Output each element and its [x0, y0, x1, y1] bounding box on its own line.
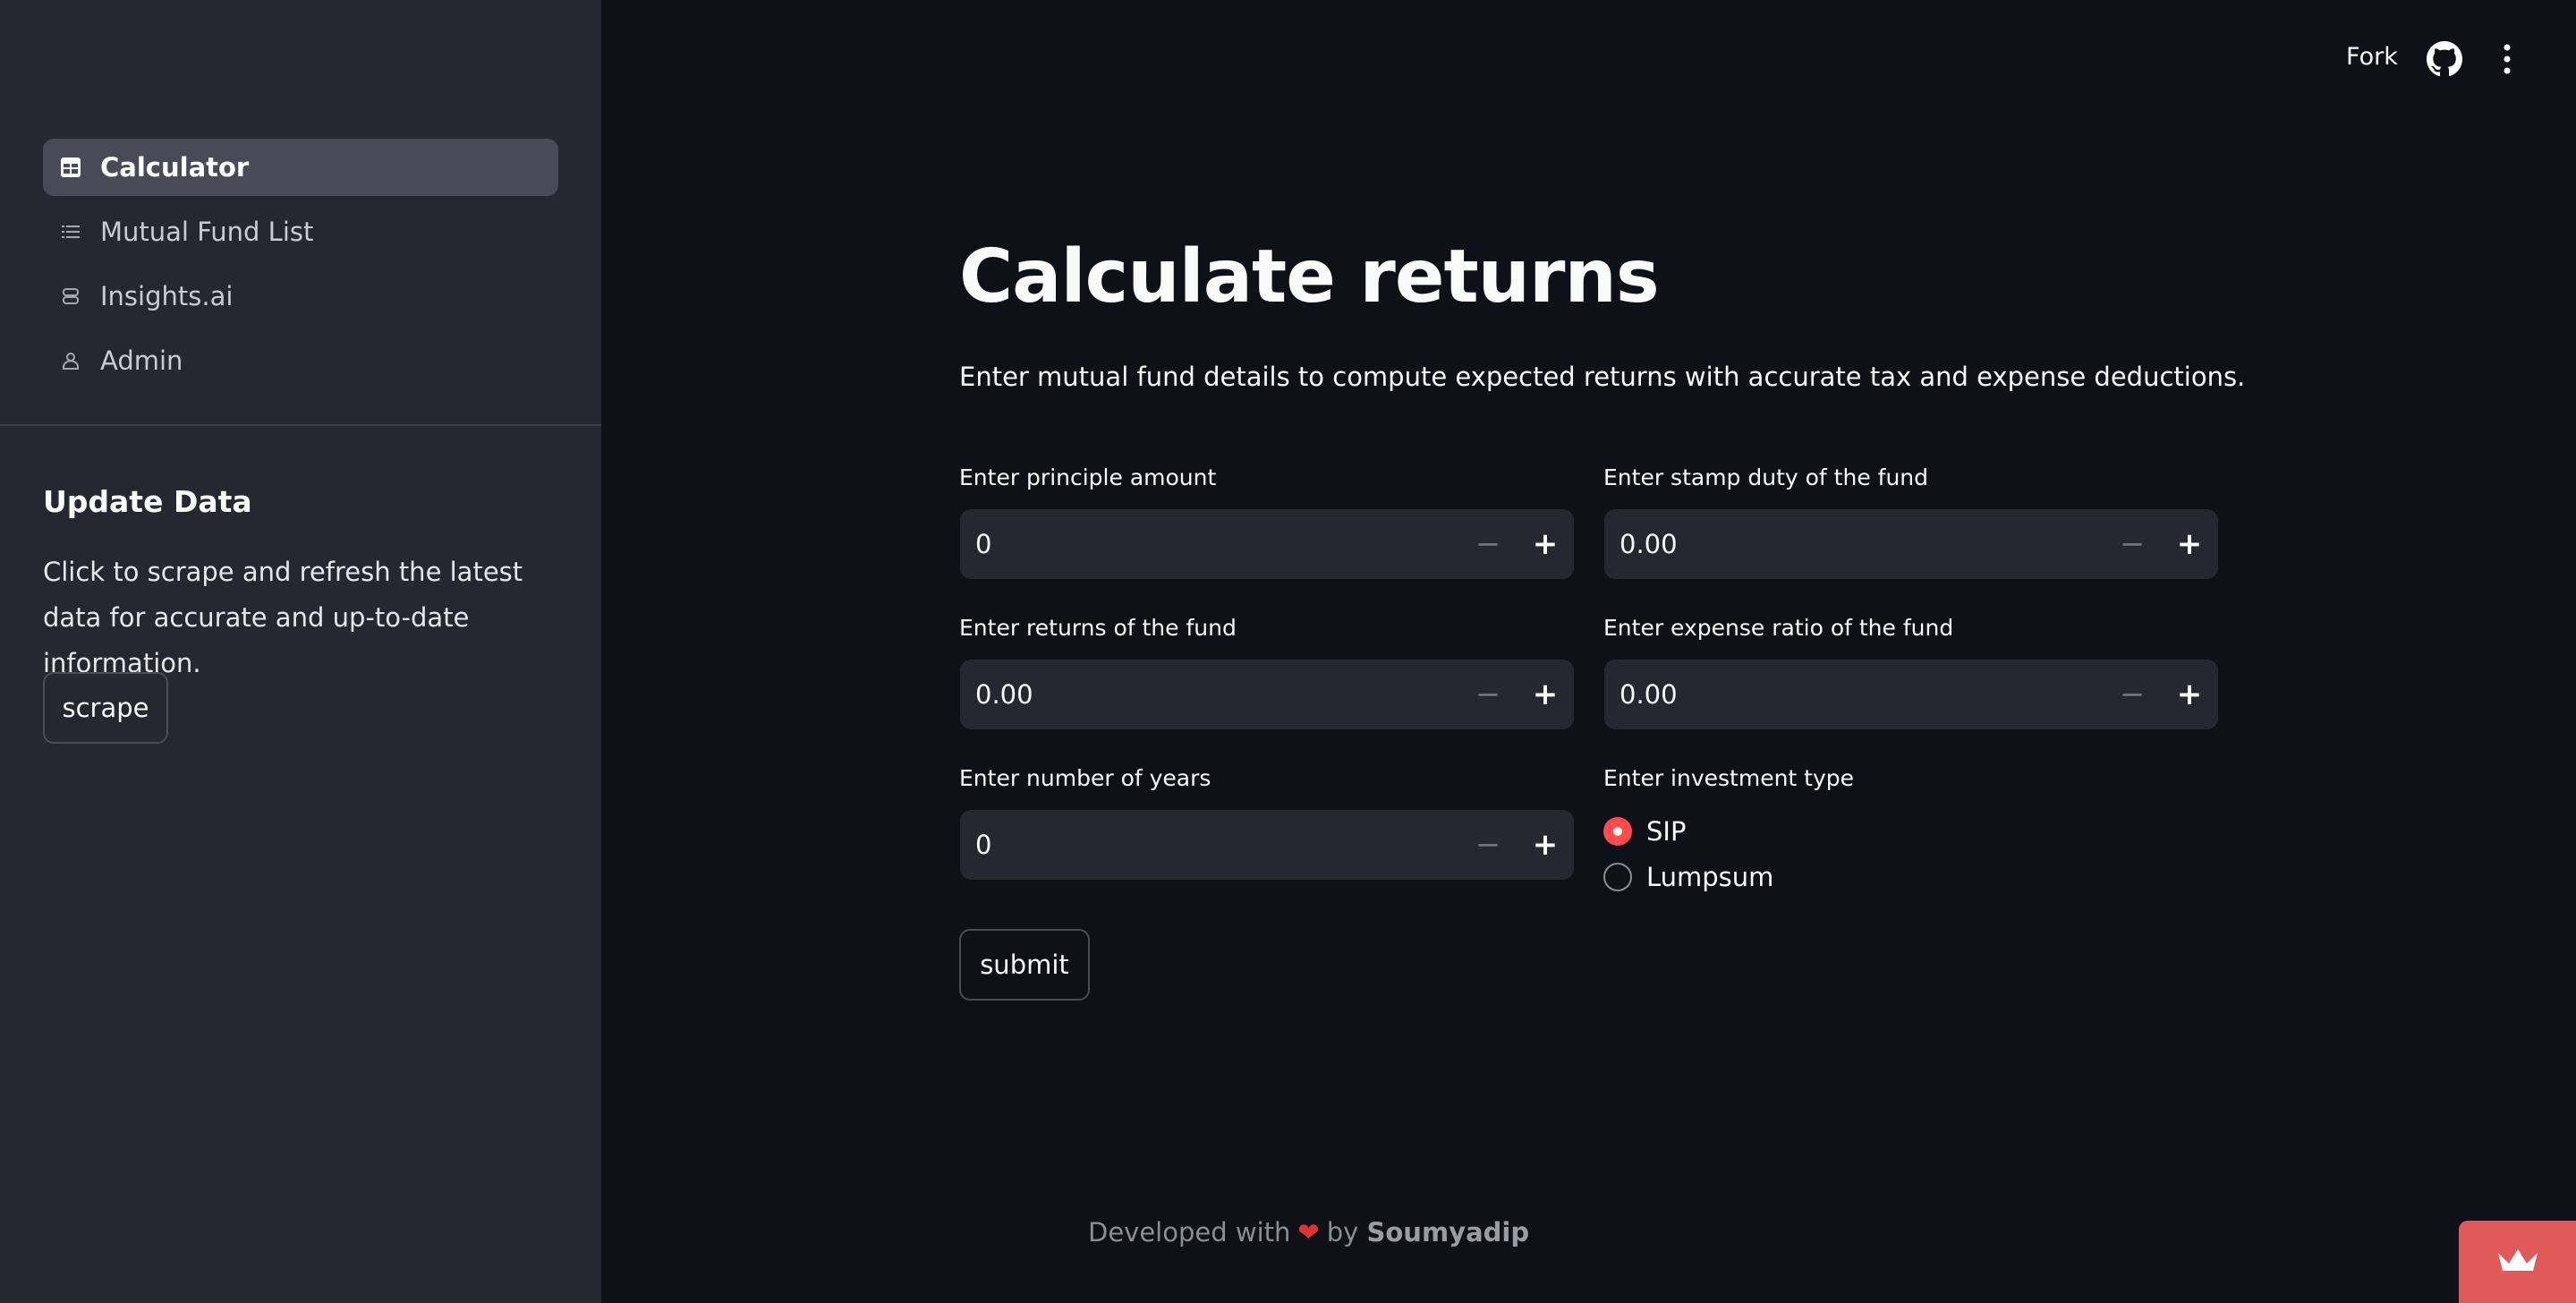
returns-decrement-button[interactable]: − — [1459, 660, 1517, 729]
radio-label-sip: SIP — [1646, 816, 1687, 847]
list-icon — [59, 220, 82, 243]
heart-icon: ❤ — [1297, 1217, 1320, 1248]
page-title: Calculate returns — [959, 234, 1660, 319]
nav-item-admin[interactable]: Admin — [43, 332, 558, 389]
principal-value[interactable]: 0 — [960, 529, 1459, 559]
footer-prefix: Developed with — [1088, 1217, 1291, 1248]
principal-increment-button[interactable]: + — [1517, 509, 1574, 579]
submit-button[interactable]: submit — [959, 929, 1090, 1001]
stamp-duty-value[interactable]: 0.00 — [1604, 529, 2104, 559]
expense-ratio-increment-button[interactable]: + — [2161, 660, 2218, 729]
nav-label-mutual-fund-list: Mutual Fund List — [100, 217, 314, 247]
update-data-heading: Update Data — [43, 484, 252, 519]
radio-label-lumpsum: Lumpsum — [1646, 862, 1774, 892]
table-icon — [59, 156, 82, 179]
stamp-duty-label: Enter stamp duty of the fund — [1603, 464, 1929, 490]
stamp-duty-input: 0.00 − + — [1604, 509, 2218, 579]
years-input: 0 − + — [960, 810, 1574, 880]
fork-link[interactable]: Fork — [2346, 43, 2398, 71]
stamp-duty-decrement-button[interactable]: − — [2104, 509, 2161, 579]
nav-label-admin: Admin — [100, 345, 183, 376]
principal-label: Enter principle amount — [959, 464, 1217, 490]
expense-ratio-decrement-button[interactable]: − — [2104, 660, 2161, 729]
footer-author: Soumyadip — [1366, 1217, 1530, 1248]
years-value[interactable]: 0 — [960, 830, 1459, 860]
returns-value[interactable]: 0.00 — [960, 679, 1459, 710]
nav-item-mutual-fund-list[interactable]: Mutual Fund List — [43, 203, 558, 260]
person-icon — [59, 349, 82, 372]
expense-ratio-label: Enter expense ratio of the fund — [1603, 615, 1954, 641]
nav-label-insights: Insights.ai — [100, 281, 234, 311]
investment-type-label: Enter investment type — [1603, 765, 1855, 791]
footer: Developed with ❤ by Soumyadip — [1088, 1217, 1529, 1248]
streamlit-badge[interactable] — [2459, 1221, 2576, 1303]
crown-icon — [2495, 1244, 2541, 1280]
nav-label-calculator: Calculator — [100, 152, 250, 183]
robot-icon — [59, 285, 82, 308]
sidebar-nav: Calculator Mutual Fund List Insights.ai … — [43, 139, 558, 396]
update-data-description: Click to scrape and refresh the latest d… — [43, 557, 523, 678]
years-label: Enter number of years — [959, 765, 1211, 791]
returns-input: 0.00 − + — [960, 660, 1574, 729]
radio-unselected-icon — [1603, 863, 1632, 891]
principal-input: 0 − + — [960, 509, 1574, 579]
app-root: Calculator Mutual Fund List Insights.ai … — [0, 0, 2576, 1303]
years-decrement-button[interactable]: − — [1459, 810, 1517, 880]
expense-ratio-value[interactable]: 0.00 — [1604, 679, 2104, 710]
radio-selected-icon — [1603, 817, 1632, 846]
sidebar-divider — [0, 424, 601, 426]
years-increment-button[interactable]: + — [1517, 810, 1574, 880]
nav-item-calculator[interactable]: Calculator — [43, 139, 558, 196]
github-icon[interactable] — [2427, 41, 2462, 77]
vertical-dots-icon[interactable] — [2496, 39, 2518, 79]
stamp-duty-increment-button[interactable]: + — [2161, 509, 2218, 579]
sidebar: Calculator Mutual Fund List Insights.ai … — [0, 0, 601, 1303]
footer-by: by — [1326, 1217, 1359, 1248]
returns-label: Enter returns of the fund — [959, 615, 1237, 641]
expense-ratio-input: 0.00 − + — [1604, 660, 2218, 729]
page-description: Enter mutual fund details to compute exp… — [959, 362, 2246, 392]
nav-item-insights[interactable]: Insights.ai — [43, 268, 558, 325]
principal-decrement-button[interactable]: − — [1459, 509, 1517, 579]
radio-option-lumpsum[interactable]: Lumpsum — [1603, 862, 1773, 892]
radio-option-sip[interactable]: SIP — [1603, 816, 1686, 847]
scrape-button[interactable]: scrape — [43, 672, 168, 744]
returns-increment-button[interactable]: + — [1517, 660, 1574, 729]
